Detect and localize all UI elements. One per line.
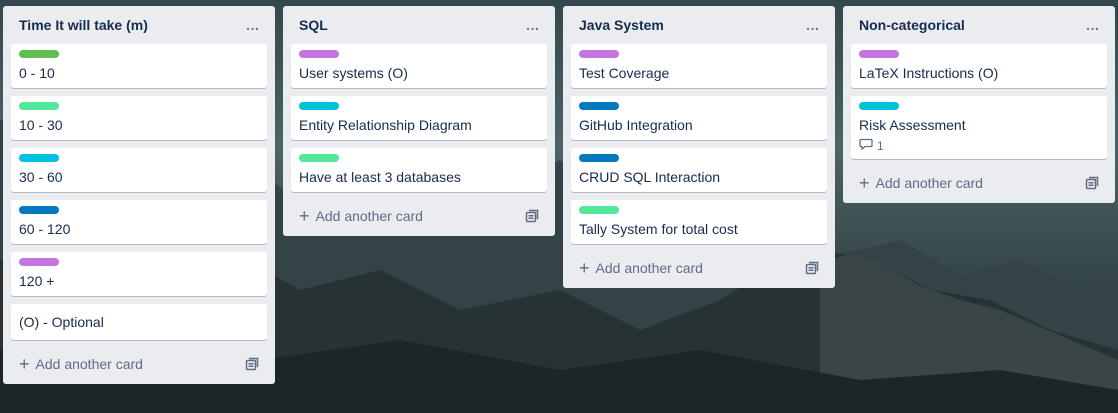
card-title: 10 - 30 <box>19 117 63 133</box>
card[interactable]: 30 - 60 <box>11 148 267 192</box>
card-list: 0 - 10 10 - 30 30 - 60 60 - 120 120 + (O… <box>11 44 267 340</box>
card-title: 0 - 10 <box>19 65 55 81</box>
add-card-button[interactable]: + Add another card <box>299 206 423 226</box>
green-label[interactable] <box>19 50 59 58</box>
card-title: (O) - Optional <box>19 314 104 330</box>
add-card-label: Add another card <box>315 208 423 224</box>
card[interactable]: Entity Relationship Diagram <box>291 96 547 140</box>
add-card-button[interactable]: + Add another card <box>859 173 983 193</box>
sky-label[interactable] <box>299 102 339 110</box>
card[interactable]: Test Coverage <box>571 44 827 88</box>
blue-label[interactable] <box>19 206 59 214</box>
card-title: User systems (O) <box>299 65 408 81</box>
card[interactable]: 0 - 10 <box>11 44 267 88</box>
card-template-icon[interactable] <box>245 357 259 371</box>
card-template-icon[interactable] <box>805 261 819 275</box>
card-list: LaTeX Instructions (O) Risk Assessment 1 <box>851 44 1107 159</box>
list-time-it-will-take: Time It will take (m) … 0 - 10 10 - 30 3… <box>3 6 275 384</box>
list-title[interactable]: Non-categorical <box>859 17 965 33</box>
card-title: Entity Relationship Diagram <box>299 117 472 133</box>
add-card-label: Add another card <box>875 175 983 191</box>
add-card-row: + Add another card <box>11 350 267 378</box>
lime-label[interactable] <box>579 206 619 214</box>
card[interactable]: CRUD SQL Interaction <box>571 148 827 192</box>
purple-label[interactable] <box>579 50 619 58</box>
plus-icon: + <box>579 258 590 278</box>
card-title: Tally System for total cost <box>579 221 738 237</box>
list-sql: SQL … User systems (O) Entity Relationsh… <box>283 6 555 236</box>
card[interactable]: Tally System for total cost <box>571 200 827 244</box>
board: Time It will take (m) … 0 - 10 10 - 30 3… <box>0 0 1118 413</box>
list-menu-ellipsis-icon[interactable]: … <box>1081 15 1105 35</box>
add-card-row: + Add another card <box>851 169 1107 197</box>
list-header: SQL … <box>291 6 547 44</box>
card[interactable]: 60 - 120 <box>11 200 267 244</box>
card-title: Risk Assessment <box>859 117 966 133</box>
list-title[interactable]: SQL <box>299 17 328 33</box>
card-title: 30 - 60 <box>19 169 63 185</box>
card[interactable]: 120 + <box>11 252 267 296</box>
list-menu-ellipsis-icon[interactable]: … <box>521 15 545 35</box>
purple-label[interactable] <box>299 50 339 58</box>
comment-icon <box>859 138 873 153</box>
card-title: GitHub Integration <box>579 117 693 133</box>
plus-icon: + <box>299 206 310 226</box>
card[interactable]: GitHub Integration <box>571 96 827 140</box>
plus-icon: + <box>19 354 30 374</box>
comment-count: 1 <box>877 138 884 153</box>
card-badges: 1 <box>859 138 1099 153</box>
list-menu-ellipsis-icon[interactable]: … <box>801 15 825 35</box>
add-card-label: Add another card <box>35 356 143 372</box>
lime-label[interactable] <box>19 102 59 110</box>
card[interactable]: 10 - 30 <box>11 96 267 140</box>
lime-label[interactable] <box>299 154 339 162</box>
card[interactable]: LaTeX Instructions (O) <box>851 44 1107 88</box>
add-card-label: Add another card <box>595 260 703 276</box>
blue-label[interactable] <box>579 154 619 162</box>
purple-label[interactable] <box>19 258 59 266</box>
card-list: Test Coverage GitHub Integration CRUD SQ… <box>571 44 827 244</box>
card-title: Test Coverage <box>579 65 670 81</box>
add-card-row: + Add another card <box>291 202 547 230</box>
card-list: User systems (O) Entity Relationship Dia… <box>291 44 547 192</box>
card-template-icon[interactable] <box>525 209 539 223</box>
list-header: Java System … <box>571 6 827 44</box>
card-title: CRUD SQL Interaction <box>579 169 721 185</box>
card[interactable]: User systems (O) <box>291 44 547 88</box>
list-title[interactable]: Time It will take (m) <box>19 17 148 33</box>
list-header: Time It will take (m) … <box>11 6 267 44</box>
card-title: LaTeX Instructions (O) <box>859 65 999 81</box>
add-card-button[interactable]: + Add another card <box>579 258 703 278</box>
list-header: Non-categorical … <box>851 6 1107 44</box>
purple-label[interactable] <box>859 50 899 58</box>
blue-label[interactable] <box>579 102 619 110</box>
card-title: 120 + <box>19 273 55 289</box>
card-template-icon[interactable] <box>1085 176 1099 190</box>
card[interactable]: Have at least 3 databases <box>291 148 547 192</box>
plus-icon: + <box>859 173 870 193</box>
card[interactable]: (O) - Optional <box>11 304 267 340</box>
list-menu-ellipsis-icon[interactable]: … <box>241 15 265 35</box>
card-title: Have at least 3 databases <box>299 169 461 185</box>
list-non-categorical: Non-categorical … LaTeX Instructions (O)… <box>843 6 1115 203</box>
list-title[interactable]: Java System <box>579 17 664 33</box>
card[interactable]: Risk Assessment 1 <box>851 96 1107 159</box>
sky-label[interactable] <box>859 102 899 110</box>
card-title: 60 - 120 <box>19 221 71 237</box>
sky-label[interactable] <box>19 154 59 162</box>
add-card-button[interactable]: + Add another card <box>19 354 143 374</box>
list-java-system: Java System … Test Coverage GitHub Integ… <box>563 6 835 288</box>
add-card-row: + Add another card <box>571 254 827 282</box>
